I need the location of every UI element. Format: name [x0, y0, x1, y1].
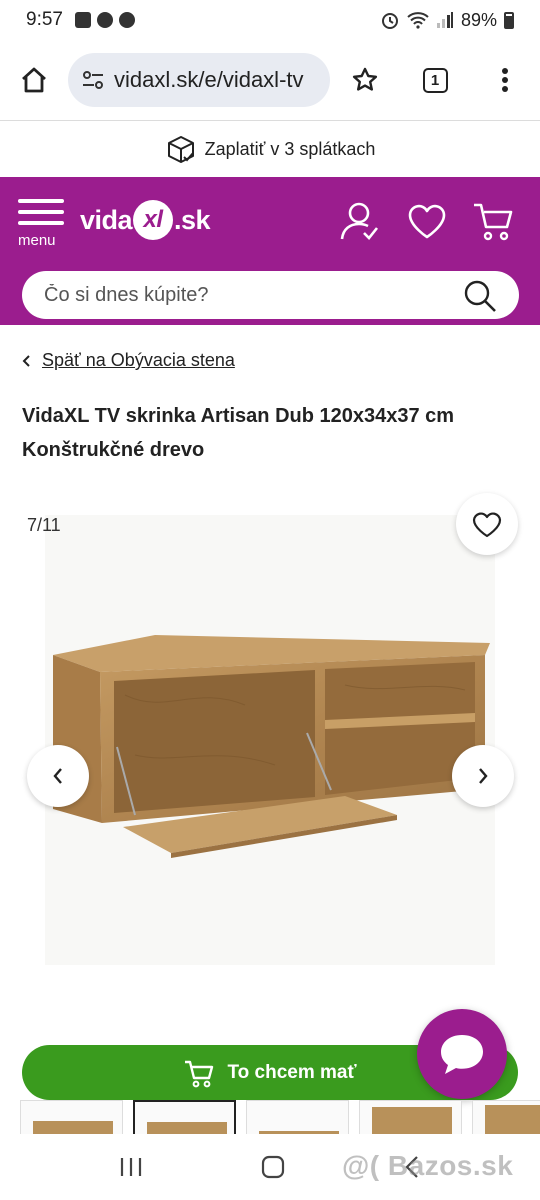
heart-icon [472, 512, 502, 538]
product-gallery: 7/11 [0, 490, 540, 1010]
bookmark-button[interactable] [330, 40, 400, 120]
account-icon[interactable] [337, 199, 381, 243]
breadcrumb-back[interactable]: Späť na Obývacia stena [22, 350, 235, 371]
status-time: 9:57 [26, 9, 63, 30]
cart-icon[interactable] [471, 199, 515, 243]
battery-icon [504, 11, 514, 29]
thumbnail-selected[interactable] [133, 1100, 236, 1134]
thumbnail-image [33, 1121, 113, 1134]
chevron-right-icon [479, 768, 488, 784]
tv-cabinet-illustration [53, 635, 490, 858]
breadcrumb-back-label: Späť na Obývacia stena [42, 350, 235, 370]
vidaxl-logo[interactable]: vida xl .sk [80, 195, 225, 245]
thumbnail-image [147, 1122, 227, 1134]
product-title: VidaXL TV skrinka Artisan Dub 120x34x37 … [22, 405, 455, 461]
site-header: menu vida xl .sk [0, 177, 540, 325]
wishlist-heart-icon[interactable] [405, 199, 449, 243]
search-box[interactable] [22, 271, 519, 319]
address-bar[interactable]: vidaxl.sk/e/vidaxl-tv [68, 53, 330, 107]
home-icon [22, 67, 46, 93]
status-right: 89% [380, 10, 514, 31]
cart-icon [185, 1060, 214, 1087]
search-icon[interactable] [463, 279, 497, 313]
menu-label: menu [18, 232, 56, 249]
search-input[interactable] [44, 283, 444, 307]
messenger-notification-icon [96, 12, 113, 28]
thumbnail[interactable] [472, 1100, 540, 1134]
thumbnail-image [372, 1107, 452, 1134]
tab-count: 1 [422, 67, 448, 93]
alarm-icon [381, 13, 398, 29]
logo-text-right: .sk [174, 204, 211, 235]
previous-image-button[interactable] [27, 745, 89, 807]
package-icon [167, 136, 194, 163]
promo-bar[interactable]: Zaplatiť v 3 splátkach [0, 121, 540, 177]
add-to-cart-label: To chcem mať [227, 1061, 357, 1083]
browser-toolbar: vidaxl.sk/e/vidaxl-tv 1 [0, 40, 540, 120]
status-bar: 9:57 89% [0, 0, 540, 40]
thumbnail[interactable] [20, 1100, 123, 1134]
url-text: vidaxl.sk/e/vidaxl-tv [114, 67, 304, 92]
wifi-icon [407, 12, 429, 29]
hamburger-line [18, 210, 64, 214]
star-icon [352, 67, 378, 91]
product-image[interactable] [45, 515, 495, 965]
signal-icon [436, 12, 453, 28]
menu-button[interactable]: menu [18, 199, 64, 249]
more-vert-icon [502, 68, 508, 92]
gallery-notification-icon [74, 12, 91, 28]
bazos-watermark: @( Bazos.sk [342, 1150, 514, 1181]
chat-button[interactable] [417, 1009, 507, 1099]
hamburger-line [18, 199, 64, 203]
image-counter: 7/11 [27, 515, 61, 535]
tabs-button[interactable]: 1 [400, 40, 470, 120]
chat-bubble-icon [441, 1035, 483, 1074]
thumbnail[interactable] [359, 1100, 462, 1134]
chevron-left-icon [53, 768, 62, 784]
notification-icons [74, 12, 135, 28]
home-nav-icon[interactable] [260, 1154, 286, 1180]
thumbnail-strip [20, 1100, 540, 1134]
next-image-button[interactable] [452, 745, 514, 807]
messenger-notification-icon-2 [118, 12, 135, 28]
chevron-left-icon [22, 354, 30, 367]
battery-percent: 89% [460, 9, 497, 30]
logo-xl-mark: xl [133, 200, 174, 240]
browser-menu-button[interactable] [470, 40, 540, 120]
home-button[interactable] [0, 40, 68, 120]
thumbnail[interactable] [246, 1100, 349, 1134]
recent-apps-icon[interactable] [118, 1156, 144, 1178]
page: 9:57 89% vidaxl.sk/e/vidaxl-tv 1 Zaplati… [0, 0, 540, 1200]
logo-text-left: vida [80, 204, 133, 235]
thumbnail-image [485, 1105, 540, 1134]
hamburger-line [18, 221, 64, 225]
add-to-wishlist-button[interactable] [456, 493, 518, 555]
site-settings-icon[interactable] [80, 67, 106, 93]
promo-text: Zaplatiť v 3 splátkach [204, 138, 376, 159]
